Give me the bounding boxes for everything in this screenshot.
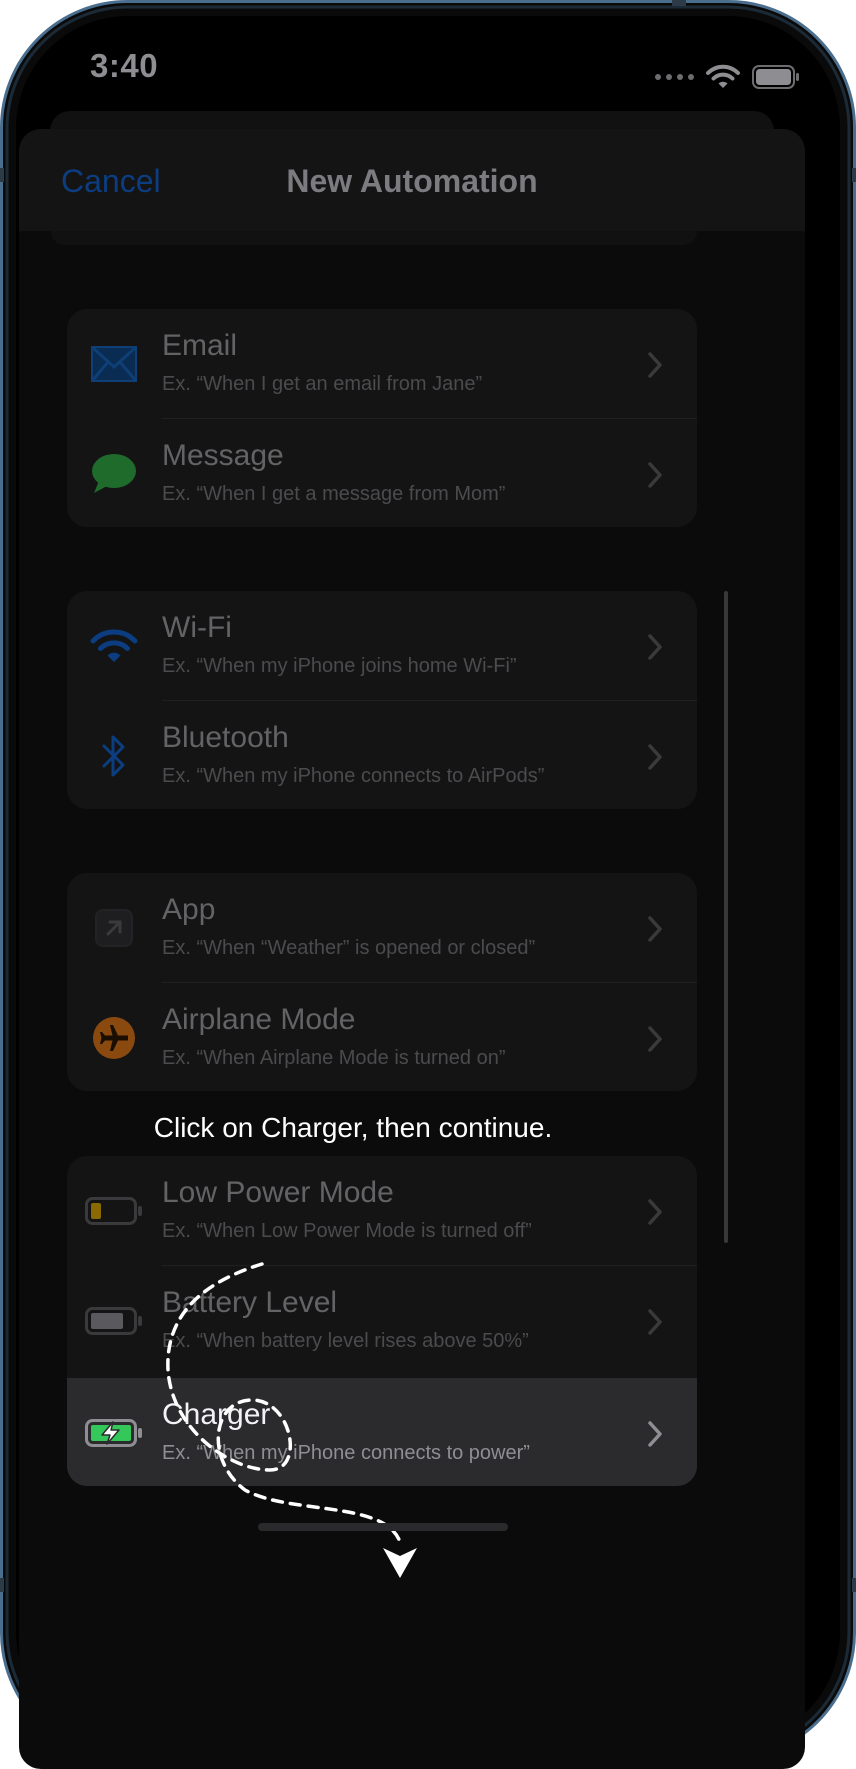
home-indicator[interactable] bbox=[258, 1523, 508, 1531]
app-arrow-icon bbox=[89, 905, 139, 951]
trigger-row-charger[interactable]: Charger Ex. “When my iPhone connects to … bbox=[67, 1378, 697, 1486]
scroll-indicator bbox=[724, 591, 728, 1243]
trigger-row-battery-level[interactable]: Battery Level Ex. “When battery level ri… bbox=[67, 1266, 697, 1376]
chevron-right-icon bbox=[648, 1026, 662, 1052]
battery-icon bbox=[85, 1298, 143, 1344]
navigation-bar: New Automation Cancel bbox=[19, 129, 805, 231]
trigger-row-message[interactable]: Message Ex. “When I get a message from M… bbox=[67, 419, 697, 527]
row-title: Wi-Fi bbox=[162, 611, 232, 644]
previous-section-edge bbox=[51, 231, 697, 245]
chevron-right-icon bbox=[648, 1199, 662, 1225]
mail-icon bbox=[89, 341, 139, 387]
cancel-button[interactable]: Cancel bbox=[61, 163, 161, 200]
device-state-group: App Ex. “When “Weather” is opened or clo… bbox=[67, 873, 697, 1091]
row-title: Message bbox=[162, 439, 284, 472]
row-subtitle: Ex. “When my iPhone connects to power” bbox=[162, 1442, 530, 1464]
row-subtitle: Ex. “When my iPhone joins home Wi-Fi” bbox=[162, 655, 517, 677]
cellular-dots-icon bbox=[655, 74, 694, 80]
chevron-right-icon bbox=[648, 462, 662, 488]
row-subtitle: Ex. “When battery level rises above 50%” bbox=[162, 1330, 529, 1352]
row-subtitle: Ex. “When I get an email from Jane” bbox=[162, 373, 483, 395]
bluetooth-icon bbox=[89, 733, 139, 779]
row-title: Battery Level bbox=[162, 1286, 338, 1319]
row-title: Email bbox=[162, 329, 238, 362]
chevron-right-icon bbox=[648, 1421, 662, 1447]
row-title: App bbox=[162, 893, 216, 926]
message-bubble-icon bbox=[89, 451, 139, 497]
row-title: Bluetooth bbox=[162, 721, 289, 754]
row-title: Low Power Mode bbox=[162, 1176, 394, 1209]
row-subtitle: Ex. “When Low Power Mode is turned off” bbox=[162, 1220, 532, 1242]
trigger-row-airplane-mode[interactable]: Airplane Mode Ex. “When Airplane Mode is… bbox=[67, 983, 697, 1091]
row-subtitle: Ex. “When my iPhone connects to AirPods” bbox=[162, 765, 545, 787]
status-wifi-icon bbox=[706, 64, 740, 88]
airplane-icon bbox=[89, 1015, 139, 1061]
connectivity-group: Wi-Fi Ex. “When my iPhone joins home Wi-… bbox=[67, 591, 697, 809]
row-title: Charger bbox=[162, 1398, 271, 1431]
chevron-right-icon bbox=[648, 916, 662, 942]
communication-group: Email Ex. “When I get an email from Jane… bbox=[67, 309, 697, 527]
chevron-right-icon bbox=[648, 744, 662, 770]
wifi-icon bbox=[89, 623, 139, 669]
charging-battery-icon bbox=[85, 1410, 143, 1456]
trigger-row-bluetooth[interactable]: Bluetooth Ex. “When my iPhone connects t… bbox=[67, 701, 697, 809]
chevron-right-icon bbox=[648, 352, 662, 378]
status-battery-icon bbox=[752, 65, 799, 89]
power-group: Low Power Mode Ex. “When Low Power Mode … bbox=[67, 1156, 697, 1486]
row-title: Airplane Mode bbox=[162, 1003, 356, 1036]
trigger-row-app[interactable]: App Ex. “When “Weather” is opened or clo… bbox=[67, 873, 697, 983]
status-icons bbox=[655, 62, 800, 92]
trigger-row-low-power-mode[interactable]: Low Power Mode Ex. “When Low Power Mode … bbox=[67, 1156, 697, 1266]
trigger-row-email[interactable]: Email Ex. “When I get an email from Jane… bbox=[67, 309, 697, 419]
chevron-right-icon bbox=[648, 1309, 662, 1335]
status-time: 3:40 bbox=[90, 47, 159, 84]
row-subtitle: Ex. “When Airplane Mode is turned on” bbox=[162, 1047, 506, 1069]
instruction-text: Click on Charger, then continue. bbox=[153, 1112, 553, 1143]
row-subtitle: Ex. “When “Weather” is opened or closed” bbox=[162, 937, 536, 959]
row-subtitle: Ex. “When I get a message from Mom” bbox=[162, 483, 506, 505]
chevron-right-icon bbox=[648, 634, 662, 660]
trigger-row-wifi[interactable]: Wi-Fi Ex. “When my iPhone joins home Wi-… bbox=[67, 591, 697, 701]
low-battery-icon bbox=[85, 1188, 143, 1234]
